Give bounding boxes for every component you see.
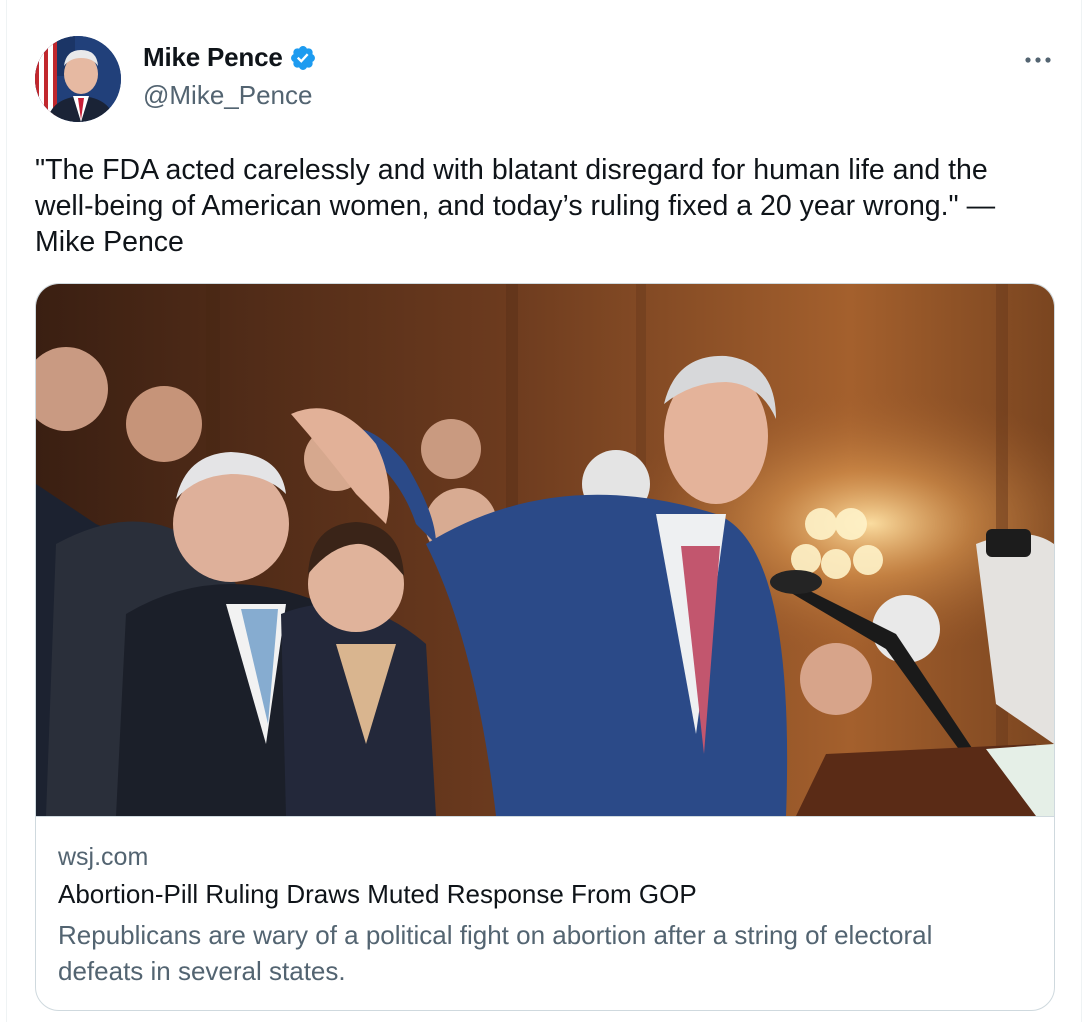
more-options-button[interactable] (1018, 50, 1058, 70)
link-card-meta: wsj.com Abortion-Pill Ruling Draws Muted… (36, 816, 1054, 1010)
article-photo (36, 284, 1054, 816)
author-name[interactable]: Mike Pence (143, 42, 283, 73)
link-description: Republicans are wary of a political figh… (58, 920, 933, 986)
avatar-portrait (35, 36, 121, 122)
author-row[interactable]: Mike Pence (143, 42, 317, 73)
link-domain: wsj.com (58, 843, 149, 871)
avatar[interactable] (35, 36, 121, 122)
verified-badge-icon (290, 45, 315, 70)
more-horizontal-icon (1025, 57, 1051, 63)
author-handle[interactable]: @Mike_Pence (143, 80, 312, 111)
link-headline[interactable]: Abortion-Pill Ruling Draws Muted Respons… (58, 879, 697, 910)
link-card[interactable]: wsj.com Abortion-Pill Ruling Draws Muted… (35, 283, 1055, 1011)
tweet-text: "The FDA acted carelessly and with blata… (35, 154, 996, 258)
